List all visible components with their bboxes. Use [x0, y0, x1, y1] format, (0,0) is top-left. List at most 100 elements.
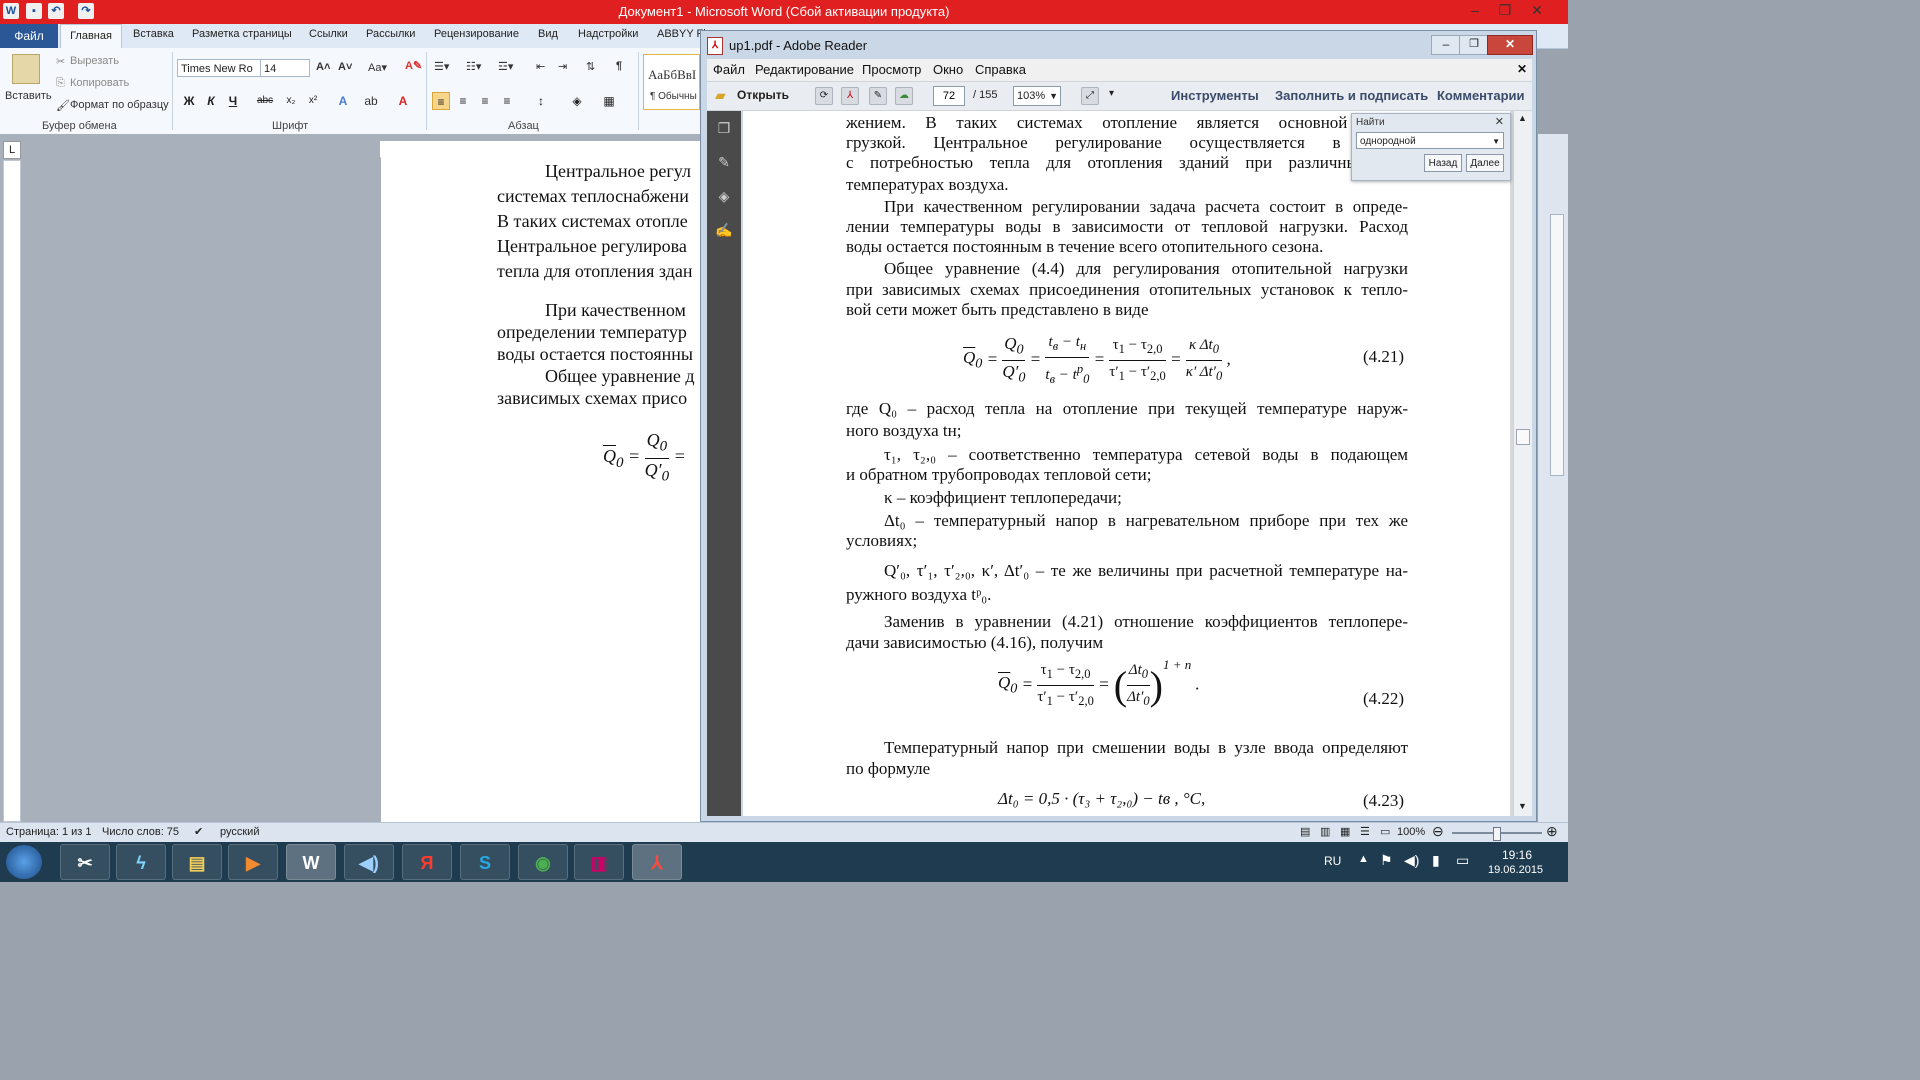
tab-page-layout[interactable]: Разметка страницы — [192, 28, 292, 40]
align-center-icon[interactable]: ≡ — [454, 92, 472, 110]
chrome-icon[interactable]: ◉ — [518, 844, 568, 880]
tab-mailings[interactable]: Рассылки — [366, 28, 415, 40]
bullets-icon[interactable]: ☰▾ — [434, 60, 449, 73]
find-back-button[interactable]: Назад — [1424, 154, 1462, 172]
toolbar-overflow-icon[interactable]: ▾ — [1109, 88, 1114, 99]
explorer-icon[interactable]: ▤ — [172, 844, 222, 880]
cloud-share-icon[interactable]: ☁ — [895, 87, 913, 105]
word-count-status[interactable]: Число слов: 75 — [102, 826, 179, 838]
word-taskbar-icon[interactable]: W — [286, 844, 336, 880]
reader-scroll-thumb[interactable] — [1516, 429, 1530, 445]
reader-minimize-button[interactable]: – — [1431, 35, 1461, 55]
borders-icon[interactable]: ▦ — [600, 92, 618, 110]
superscript-icon[interactable]: x² — [304, 92, 322, 110]
comments-pane-button[interactable]: Комментарии — [1437, 88, 1525, 103]
layers-icon[interactable]: ◈ — [715, 187, 733, 205]
scroll-up-icon[interactable]: ▲ — [1518, 113, 1527, 123]
snipping-tool-icon[interactable]: ✂ — [60, 844, 110, 880]
zoom-in-icon[interactable]: ⊕ — [1546, 823, 1558, 840]
format-painter-button[interactable]: Формат по образцу — [70, 99, 169, 111]
font-name-select[interactable]: Times New Ro — [177, 59, 261, 77]
view-web-icon[interactable]: ▦ — [1340, 825, 1350, 838]
reader-scrollbar[interactable]: ▲ ▼ — [1513, 111, 1532, 816]
network-icon[interactable]: ▮ — [1432, 852, 1440, 869]
line-spacing-icon[interactable]: ↕ — [532, 92, 550, 110]
view-full-screen-icon[interactable]: ▥ — [1320, 825, 1330, 838]
text-effects-icon[interactable]: A — [334, 92, 352, 110]
input-language-indicator[interactable]: RU — [1324, 854, 1341, 868]
clock-date[interactable]: 19.06.2015 — [1488, 864, 1543, 876]
cut-button[interactable]: Вырезать — [70, 55, 119, 67]
paste-icon[interactable] — [12, 54, 40, 84]
sort-icon[interactable]: ⇅ — [586, 60, 595, 73]
paste-button[interactable]: Вставить — [5, 90, 52, 102]
fill-sign-pane-button[interactable]: Заполнить и подписать — [1275, 88, 1428, 103]
tools-pane-button[interactable]: Инструменты — [1171, 88, 1259, 103]
start-button[interactable] — [6, 845, 42, 879]
menu-file[interactable]: Файл — [713, 62, 745, 77]
align-right-icon[interactable]: ≡ — [476, 92, 494, 110]
word-maximize-button[interactable]: ❐ — [1490, 0, 1520, 20]
copy-button[interactable]: Копировать — [70, 77, 129, 89]
show-hidden-icons-icon[interactable]: ▲ — [1358, 853, 1369, 865]
menu-window[interactable]: Окно — [933, 62, 963, 77]
decrease-indent-icon[interactable]: ⇤ — [536, 60, 545, 73]
align-left-icon[interactable]: ≡ — [432, 92, 450, 110]
tab-selector[interactable]: L — [3, 141, 21, 159]
fit-page-icon[interactable]: ⤢ — [1081, 87, 1099, 105]
tab-review[interactable]: Рецензирование — [434, 28, 519, 40]
word-page[interactable]: Центральное регул системах теплоснабжени… — [381, 157, 700, 822]
underline-icon[interactable]: Ч — [224, 92, 242, 110]
increase-indent-icon[interactable]: ⇥ — [558, 60, 567, 73]
menu-view[interactable]: Просмотр — [862, 62, 921, 77]
word-minimize-button[interactable]: – — [1460, 0, 1490, 20]
zoom-level[interactable]: 100% — [1397, 826, 1425, 838]
signatures-icon[interactable]: ✍ — [715, 221, 733, 239]
change-case-icon[interactable]: Aa▾ — [368, 61, 387, 74]
zoom-slider-thumb[interactable] — [1493, 827, 1501, 841]
find-next-button[interactable]: Далее — [1466, 154, 1504, 172]
tab-insert[interactable]: Вставка — [133, 28, 174, 40]
tab-abbyy[interactable]: ABBYY Fi — [657, 28, 706, 40]
vertical-ruler[interactable] — [3, 160, 21, 822]
shading-icon[interactable]: ◈ — [568, 92, 586, 110]
highlight-icon[interactable]: ab — [362, 92, 380, 110]
page-thumbnails-icon[interactable]: ❐ — [715, 119, 733, 137]
font-color-icon[interactable]: A — [394, 92, 412, 110]
view-outline-icon[interactable]: ☰ — [1360, 825, 1370, 838]
volume-icon[interactable]: ◀) — [1404, 852, 1419, 869]
zoom-select[interactable]: 103% ▼ — [1013, 86, 1061, 106]
menu-help[interactable]: Справка — [975, 62, 1026, 77]
page-number-input[interactable] — [933, 86, 965, 106]
page-count-status[interactable]: Страница: 1 из 1 — [6, 826, 92, 838]
italic-icon[interactable]: К — [202, 92, 220, 110]
media-player-icon[interactable]: ▶ — [228, 844, 278, 880]
tab-home[interactable]: Главная — [60, 24, 122, 50]
strikethrough-icon[interactable]: abc — [256, 92, 274, 110]
bold-icon[interactable]: Ж — [180, 92, 198, 110]
reader-close-button[interactable]: ✕ — [1487, 35, 1533, 55]
word-close-button[interactable]: ✕ — [1522, 0, 1552, 20]
attachments-icon[interactable]: ✎ — [715, 153, 733, 171]
reader-maximize-button[interactable]: ❐ — [1459, 35, 1489, 55]
proofing-icon[interactable]: ✔ — [194, 825, 203, 838]
horizontal-ruler[interactable] — [380, 141, 700, 158]
language-status[interactable]: русский — [220, 826, 259, 838]
skype-icon[interactable]: S — [460, 844, 510, 880]
pilcrow-icon[interactable]: ¶ — [616, 60, 622, 72]
export-pdf-icon[interactable]: ⅄ — [841, 87, 859, 105]
grow-font-icon[interactable]: A˄ — [316, 61, 330, 73]
view-print-layout-icon[interactable]: ▤ — [1300, 825, 1310, 838]
lightning-app-icon[interactable]: ϟ — [116, 844, 166, 880]
tab-references[interactable]: Ссылки — [309, 28, 348, 40]
close-document-icon[interactable]: ✕ — [1517, 62, 1527, 76]
tab-addins[interactable]: Надстройки — [578, 28, 638, 40]
numbering-icon[interactable]: ☷▾ — [466, 60, 481, 73]
create-pdf-icon[interactable]: ⟳ — [815, 87, 833, 105]
view-draft-icon[interactable]: ▭ — [1380, 825, 1390, 838]
menu-edit[interactable]: Редактирование — [755, 62, 854, 77]
speaker-app-icon[interactable]: ◀) — [344, 844, 394, 880]
yandex-icon[interactable]: Я — [402, 844, 452, 880]
folder-open-icon[interactable]: ▰ — [715, 87, 726, 104]
word-scrollbar[interactable] — [1538, 134, 1568, 822]
